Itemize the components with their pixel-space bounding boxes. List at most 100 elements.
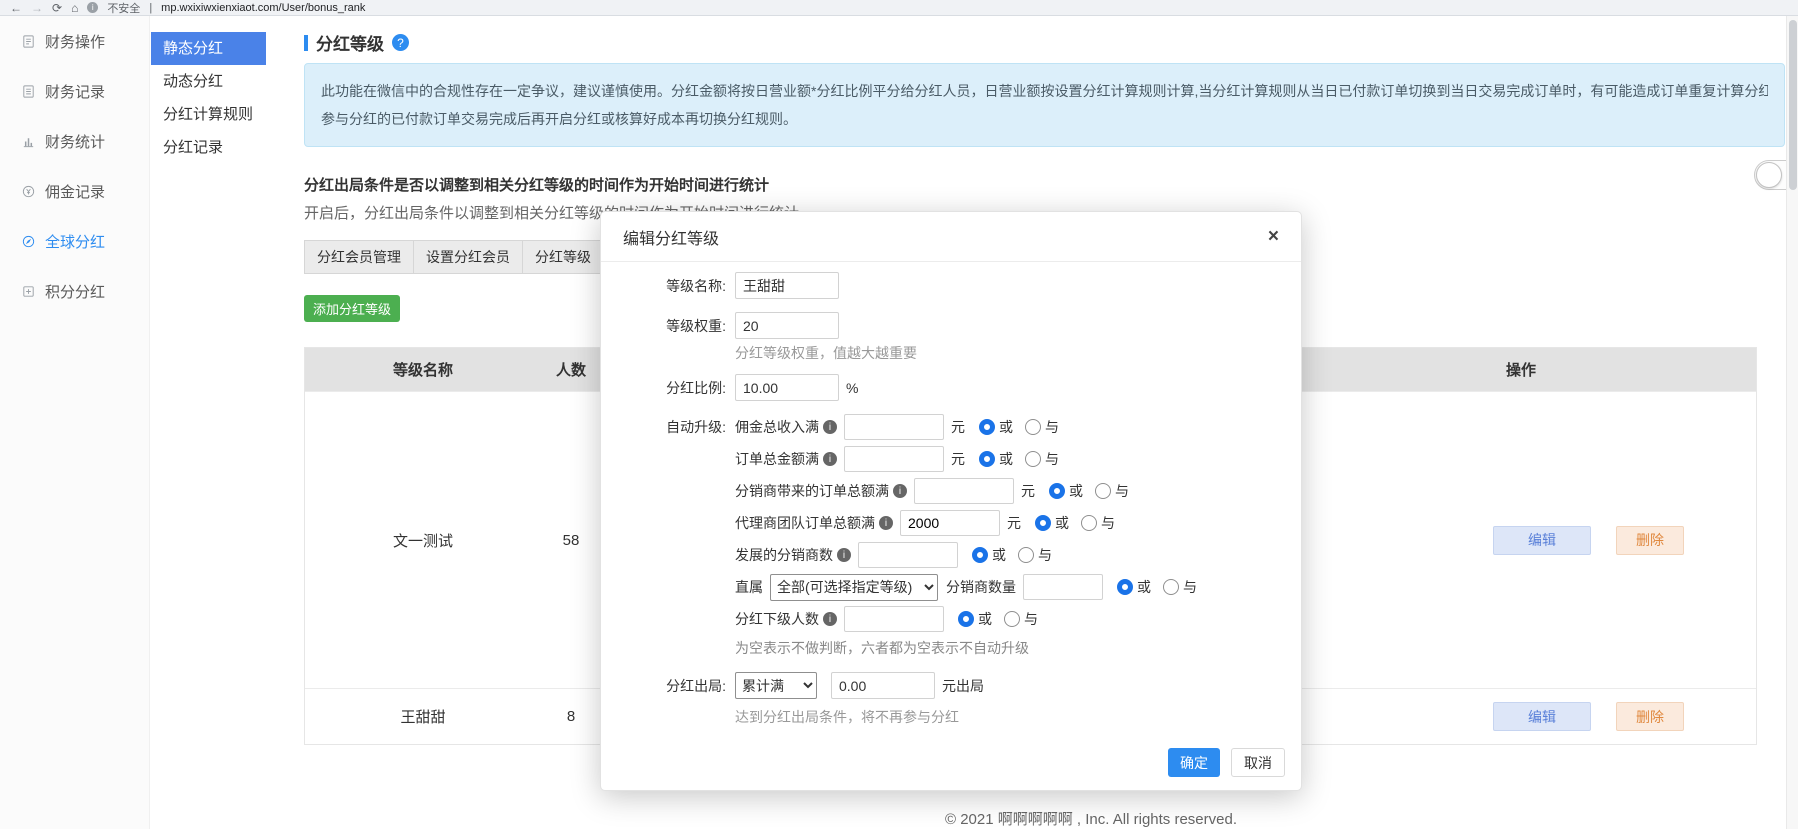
developed-distributors-input[interactable] <box>858 542 958 568</box>
sidebar-item-finance-records[interactable]: 财务记录 <box>0 66 149 116</box>
upgrade-row-order-total: 订单总金额满 i 元 或 与 <box>735 446 1197 472</box>
table-header-action: 操作 <box>1416 359 1756 380</box>
confirm-button[interactable]: 确定 <box>1168 748 1220 777</box>
modal-header: 编辑分红等级 × <box>601 212 1301 262</box>
submenu-item-calc-rules[interactable]: 分红计算规则 <box>151 98 266 131</box>
sidebar-item-finance-statistics[interactable]: 财务统计 <box>0 116 149 166</box>
level-name-cell: 文一测试 <box>305 530 541 551</box>
condition-label: 分销商带来的订单总额满 <box>735 481 889 501</box>
sidebar-item-points-dividend[interactable]: 积分分红 <box>0 266 149 316</box>
browser-home-icon[interactable]: ⌂ <box>71 2 78 14</box>
sidebar-item-finance-operations[interactable]: 财务操作 <box>0 16 149 66</box>
or-radio-label: 或 <box>1137 577 1151 597</box>
upgrade-row-distributor-order-total: 分销商带来的订单总额满 i 元 或 与 <box>735 478 1197 504</box>
tab-set-dividend-members[interactable]: 设置分红会员 <box>413 240 523 274</box>
yuan-unit: 元 <box>951 449 965 469</box>
edit-dividend-level-modal: 编辑分红等级 × 等级名称: 等级权重: 分红等级权重，值越大越重要 分红比例:… <box>600 211 1302 791</box>
edit-button[interactable]: 编辑 <box>1493 526 1591 555</box>
compliance-notice: 此功能在微信中的合规性存在一定争议，建议谨慎使用。分红金额将按日营业额*分红比例… <box>304 63 1785 147</box>
and-radio-label: 与 <box>1045 449 1059 469</box>
dividend-ratio-label: 分红比例: <box>625 375 726 401</box>
or-radio[interactable] <box>1035 515 1051 531</box>
and-radio[interactable] <box>1025 419 1041 435</box>
delete-button[interactable]: 删除 <box>1616 702 1684 731</box>
modal-title: 编辑分红等级 <box>623 225 719 249</box>
info-icon[interactable]: i <box>837 548 851 562</box>
security-info-icon[interactable]: i <box>87 2 98 13</box>
browser-back-icon[interactable]: ← <box>10 2 22 14</box>
toggle-knob[interactable] <box>1756 162 1782 188</box>
and-radio[interactable] <box>1018 547 1034 563</box>
cancel-button[interactable]: 取消 <box>1231 748 1285 777</box>
close-icon[interactable]: × <box>1268 227 1279 246</box>
direct-distributor-count-input[interactable] <box>1023 574 1103 600</box>
dividend-out-amount-input[interactable] <box>831 672 935 699</box>
or-radio[interactable] <box>972 547 988 563</box>
direct-level-select[interactable]: 全部(可选择指定等级) <box>770 574 938 601</box>
notice-line-2: 参与分红的已付款订单交易完成后再开启分红或核算好成本再切换分红规则。 <box>321 105 1768 133</box>
or-radio[interactable] <box>1049 483 1065 499</box>
order-total-input[interactable] <box>844 446 944 472</box>
or-radio[interactable] <box>979 419 995 435</box>
level-weight-input[interactable] <box>735 312 839 339</box>
info-icon[interactable]: i <box>879 516 893 530</box>
direct-label: 直属 <box>735 577 763 597</box>
sidebar-item-label: 佣金记录 <box>45 181 105 202</box>
weight-help-text: 分红等级权重，值越大越重要 <box>735 343 1277 363</box>
scrollbar[interactable] <box>1786 16 1798 829</box>
sidebar-item-global-dividend[interactable]: 全球分红 <box>0 216 149 266</box>
add-dividend-level-button[interactable]: 添加分红等级 <box>304 295 400 322</box>
edit-button[interactable]: 编辑 <box>1493 702 1591 731</box>
info-icon[interactable]: i <box>823 612 837 626</box>
or-radio-label: 或 <box>992 545 1006 565</box>
global-dividend-icon <box>21 234 36 249</box>
url-divider: | <box>149 2 152 14</box>
browser-forward-icon[interactable]: → <box>31 2 43 14</box>
level-name-input[interactable] <box>735 272 839 299</box>
or-radio[interactable] <box>958 611 974 627</box>
submenu-item-static-dividend[interactable]: 静态分红 <box>151 32 266 65</box>
and-radio[interactable] <box>1025 451 1041 467</box>
dividend-out-select[interactable]: 累计满 <box>735 672 817 699</box>
upgrade-row-developed-distributors: 发展的分销商数 i 或 与 <box>735 542 1197 568</box>
and-radio[interactable] <box>1081 515 1097 531</box>
level-name-cell: 王甜甜 <box>305 706 541 727</box>
condition-label: 代理商团队订单总额满 <box>735 513 875 533</box>
submenu-item-dividend-records[interactable]: 分红记录 <box>151 131 266 164</box>
or-radio-label: 或 <box>1055 513 1069 533</box>
security-label: 不安全 <box>107 0 140 16</box>
dividend-ratio-input[interactable] <box>735 374 839 401</box>
or-radio[interactable] <box>1117 579 1133 595</box>
and-radio-label: 与 <box>1045 417 1059 437</box>
and-radio-label: 与 <box>1115 481 1129 501</box>
browser-refresh-icon[interactable]: ⟳ <box>52 2 62 14</box>
address-bar-url[interactable]: mp.wxixiwxienxiaot.com/User/bonus_rank <box>161 2 365 14</box>
setting-title: 分红出局条件是否以调整到相关分红等级的时间作为开始时间进行统计 <box>304 174 769 195</box>
and-radio-label: 与 <box>1183 577 1197 597</box>
and-radio[interactable] <box>1095 483 1111 499</box>
commission-total-input[interactable] <box>844 414 944 440</box>
submenu-item-dynamic-dividend[interactable]: 动态分红 <box>151 65 266 98</box>
and-radio[interactable] <box>1004 611 1020 627</box>
sidebar-item-label: 财务记录 <box>45 81 105 102</box>
help-icon[interactable]: ? <box>392 34 409 51</box>
upgrade-row-dividend-subordinates: 分红下级人数 i 或 与 <box>735 606 1197 632</box>
finance-operations-icon <box>21 34 36 49</box>
tab-dividend-levels[interactable]: 分红等级 <box>522 240 604 274</box>
info-icon[interactable]: i <box>823 420 837 434</box>
delete-button[interactable]: 删除 <box>1616 526 1684 555</box>
info-icon[interactable]: i <box>823 452 837 466</box>
and-radio[interactable] <box>1163 579 1179 595</box>
or-radio[interactable] <box>979 451 995 467</box>
title-accent-bar <box>304 35 308 51</box>
modal-body: 等级名称: 等级权重: 分红等级权重，值越大越重要 分红比例: % 自动升级: … <box>601 262 1301 727</box>
or-radio-label: 或 <box>999 417 1013 437</box>
agent-team-order-total-input[interactable] <box>900 510 1000 536</box>
tab-dividend-member-management[interactable]: 分红会员管理 <box>304 240 414 274</box>
sidebar-item-label: 积分分红 <box>45 281 105 302</box>
distributor-order-total-input[interactable] <box>914 478 1014 504</box>
info-icon[interactable]: i <box>893 484 907 498</box>
sidebar-item-commission-records[interactable]: 佣金记录 <box>0 166 149 216</box>
scrollbar-thumb[interactable] <box>1789 20 1797 190</box>
dividend-subordinates-input[interactable] <box>844 606 944 632</box>
